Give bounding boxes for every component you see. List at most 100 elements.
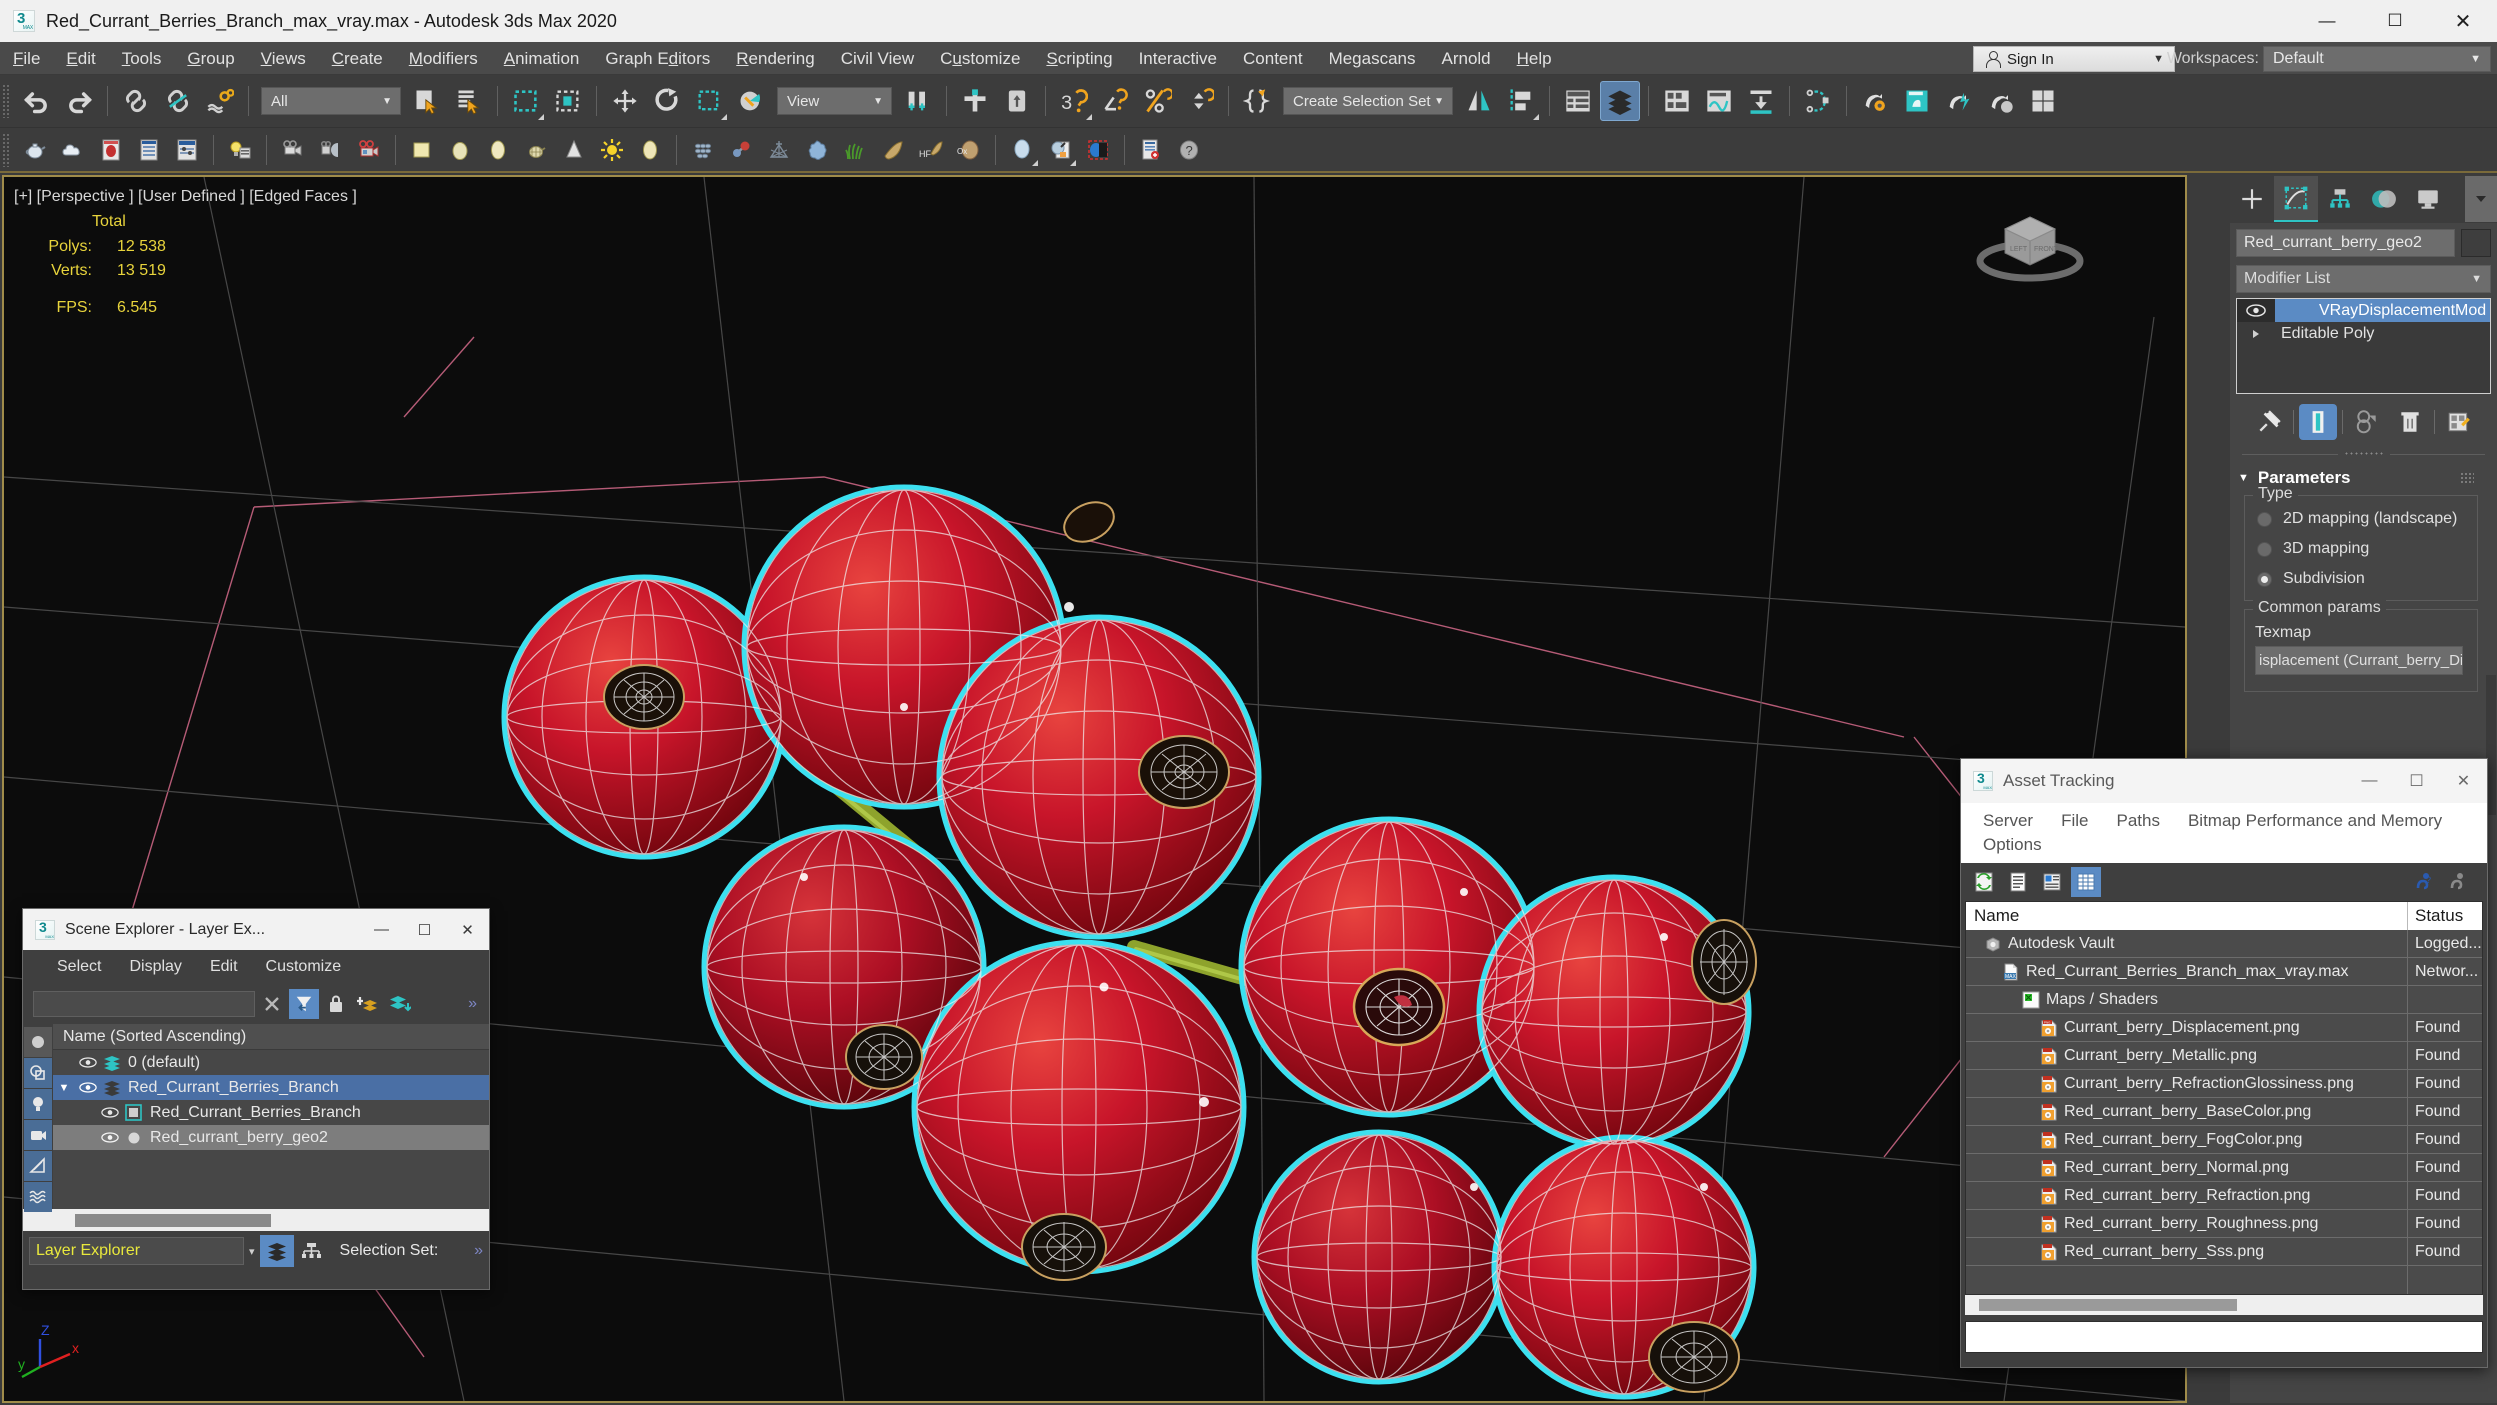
undo-icon[interactable] [17,81,57,121]
se-menu-customize[interactable]: Customize [252,958,356,976]
hierarchy-tab[interactable] [2318,176,2362,222]
scrollbar-thumb[interactable] [1979,1299,2237,1311]
add-layer-icon[interactable] [353,989,383,1019]
spinner-snap-icon[interactable] [1180,81,1220,121]
list-item[interactable]: 0 (default) [53,1050,489,1075]
sphere2-icon[interactable] [632,133,668,167]
minimize-button[interactable]: — [2293,0,2361,42]
table-row[interactable]: PNG Currant_berry_Displacement.png Found [1966,1014,2482,1042]
minimize-button[interactable]: — [2346,759,2393,803]
texmap-field[interactable]: isplacement (Currant_berry_Di [2255,646,2463,675]
horizontal-scrollbar[interactable] [23,1209,489,1231]
radio-subdivision[interactable]: Subdivision [2245,564,2477,594]
redo-icon[interactable] [59,81,99,121]
table-row[interactable]: Red_currant_berry_FogColor.png Found [1966,1126,2482,1154]
asset-path-field[interactable] [1965,1321,2483,1353]
object-name-field[interactable]: Red_currant_berry_geo2 [2236,229,2455,257]
display-tab[interactable] [2406,176,2450,222]
menu-tools[interactable]: Tools [109,42,175,75]
radio-2d-mapping[interactable]: 2D mapping (landscape) [2245,504,2477,534]
proxy-icon[interactable] [1080,133,1116,167]
menu-graph-editors[interactable]: Graph Editors [592,42,723,75]
maximize-button[interactable]: ☐ [2361,0,2429,42]
select-object-icon[interactable] [407,81,447,121]
snaps-toggle-icon[interactable]: 3 [1054,81,1094,121]
menu-create[interactable]: Create [319,42,396,75]
camera-filter-icon[interactable] [24,1120,52,1150]
create-tab[interactable] [2230,176,2274,222]
se-menu-display[interactable]: Display [115,958,195,976]
modifier-stack-item-vraydisplacement[interactable]: VRayDisplacementMod [2237,299,2490,322]
menu-arnold[interactable]: Arnold [1429,42,1504,75]
at-menu-paths[interactable]: Paths [2102,809,2173,833]
eye-icon[interactable] [97,1107,123,1118]
layer-explorer-button[interactable] [259,1235,294,1267]
menu-edit[interactable]: Edit [53,42,108,75]
view-cube[interactable]: LEFT FRONT [1965,189,2095,299]
angle-snap-icon[interactable] [1096,81,1136,121]
eye-icon[interactable] [75,1082,101,1093]
material-editor-icon[interactable] [1855,81,1895,121]
help-blue-icon[interactable]: ? [2409,867,2439,897]
cone-icon[interactable] [556,133,592,167]
menu-rendering[interactable]: Rendering [723,42,827,75]
table-row[interactable]: Red_currant_berry_BaseColor.png Found [1966,1098,2482,1126]
unlink-icon[interactable] [158,81,198,121]
selection-set-dropdown[interactable]: Create Selection Set ▼ [1283,87,1453,115]
table-row[interactable]: Red_currant_berry_Normal.png Found [1966,1154,2482,1182]
layer-stack-icon[interactable] [385,989,415,1019]
use-pivot-center-icon[interactable] [898,81,938,121]
menu-content[interactable]: Content [1230,42,1316,75]
column-header-name[interactable]: Name (Sorted Ascending) [53,1024,489,1050]
chevron-right-icon[interactable] [2237,322,2275,345]
percent-snap-icon[interactable] [1138,81,1178,121]
select-scale-icon[interactable] [689,81,729,121]
reference-coordinate-dropdown[interactable]: View ▼ [777,87,892,115]
list-item[interactable]: ▼ Red_Currant_Berries_Branch [53,1075,489,1100]
search-input[interactable] [33,991,255,1017]
render-iterative-icon[interactable] [2023,81,2063,121]
rendered-frame-window-icon[interactable] [1939,81,1979,121]
rect-selection-region-icon[interactable] [506,81,546,121]
scene-explorer-icon[interactable] [1558,81,1598,121]
eye-icon[interactable] [75,1057,101,1068]
pin-stack-icon[interactable] [2250,404,2288,440]
modifier-list-dropdown[interactable]: Modifier List ▼ [2236,265,2491,293]
table-row[interactable]: Red_currant_berry_Sss.png Found [1966,1238,2482,1266]
menu-file[interactable]: File [0,42,53,75]
select-move-icon[interactable] [605,81,645,121]
table-row[interactable]: Autodesk Vault Logged... [1966,930,2482,958]
report-icon[interactable] [1133,133,1169,167]
list-item[interactable]: Red_Currant_Berries_Branch [53,1100,489,1125]
column-header-status[interactable]: Status [2408,902,2482,930]
render-production-icon[interactable] [1981,81,2021,121]
cloud-icon[interactable] [55,133,91,167]
ox-icon[interactable]: Ox [951,133,987,167]
feather-icon[interactable] [875,133,911,167]
motion-tab[interactable] [2362,176,2406,222]
close-button[interactable]: ✕ [2440,759,2487,803]
se-menu-edit[interactable]: Edit [196,958,252,976]
keyboard-shortcut-override-icon[interactable] [997,81,1037,121]
map-browser-icon[interactable] [1042,133,1078,167]
chevron-down-icon[interactable]: ▾ [249,1245,255,1258]
table-row[interactable]: Red_currant_berry_Refraction.png Found [1966,1182,2482,1210]
explorer-mode-field[interactable]: Layer Explorer [29,1237,244,1265]
hf-icon[interactable]: HF [913,133,949,167]
at-menu-options[interactable]: Options [1969,833,2056,857]
column-header-name[interactable]: Name [1966,902,2408,930]
curve-editor-icon[interactable] [1699,81,1739,121]
teapot-wire-icon[interactable] [518,133,554,167]
refresh-icon[interactable] [1969,867,1999,897]
at-menu-server[interactable]: Server [1969,809,2047,833]
box-icon[interactable] [404,133,440,167]
help-gray-icon[interactable] [2443,867,2473,897]
clear-icon[interactable] [257,989,287,1019]
teapot-icon[interactable] [17,133,53,167]
configure-modifier-sets-icon[interactable] [2440,404,2478,440]
at-menu-bitmap-performance[interactable]: Bitmap Performance and Memory [2174,809,2456,833]
named-selection-sets-icon[interactable] [1237,81,1277,121]
modifier-stack-item-editable-poly[interactable]: Editable Poly [2237,322,2490,345]
object-color-swatch[interactable] [2461,229,2491,257]
schematic-view-icon[interactable] [1741,81,1781,121]
